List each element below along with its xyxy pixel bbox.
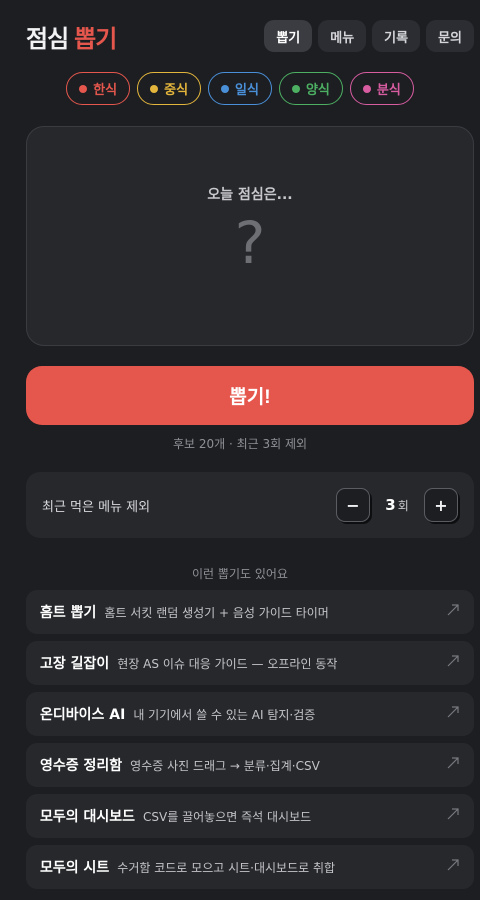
category-chip-korean[interactable]: 한식 [66, 72, 131, 105]
category-filter: 한식 중식 일식 양식 분식 [0, 72, 480, 105]
related-item-desc: 현장 AS 이슈 대응 가이드 — 오프라인 동작 [117, 656, 338, 671]
category-dot-icon [79, 84, 88, 93]
related-item-desc: CSV를 끌어놓으면 즉석 대시보드 [143, 809, 312, 824]
tab-contact[interactable]: 문의 [426, 20, 474, 52]
app-header: 점심 뽑기 뽑기 메뉴 기록 문의 [26, 19, 474, 54]
candidate-info: 후보 20개 · 최근 3회 제외 [172, 437, 308, 451]
related-item-desc: 내 기기에서 쓸 수 있는 AI 탐지·검증 [133, 707, 316, 722]
increment-button[interactable]: + [424, 488, 458, 522]
logo-text-accent: 뽑기 [74, 24, 117, 53]
related-item-desc: 수거함 코드로 모으고 시트·대시보드로 취합 [117, 860, 336, 875]
category-chip-western[interactable]: 양식 [278, 72, 343, 105]
category-chip-label: 양식 [305, 83, 330, 98]
related-section-title: 이런 뽑기도 있어요 [192, 567, 288, 581]
exclude-count-unit: 회 [397, 499, 409, 513]
main-nav: 뽑기 메뉴 기록 문의 [264, 20, 474, 52]
exclude-recent-setting: 최근 먹은 메뉴 제외 − 3회 + [26, 472, 474, 538]
related-item-name: 홈트 뽑기 [40, 605, 97, 621]
related-apps-list: 홈트 뽑기 홈트 서킷 랜덤 생성기 + 음성 가이드 타이머 고장 길잡이 현… [26, 590, 474, 896]
exclude-count: 3회 [370, 496, 424, 514]
category-chip-chinese[interactable]: 중식 [137, 72, 202, 105]
external-link-icon [447, 757, 459, 769]
category-dot-icon [150, 84, 159, 93]
draw-button[interactable]: 뽑기! [26, 366, 474, 425]
related-item-sheet[interactable]: 모두의 시트 수거함 코드로 모으고 시트·대시보드로 취합 [26, 845, 474, 889]
external-link-icon [447, 655, 459, 667]
related-item-name: 고장 길잡이 [40, 656, 110, 672]
category-chip-snack[interactable]: 분식 [349, 72, 414, 105]
related-item-receipt-organizer[interactable]: 영수증 정리함 영수증 사진 드래그 → 분류·집계·CSV [26, 743, 474, 787]
related-item-name: 영수증 정리함 [40, 758, 123, 774]
related-item-desc: 홈트 서킷 랜덤 생성기 + 음성 가이드 타이머 [104, 605, 329, 620]
decrement-button[interactable]: − [336, 488, 370, 522]
related-item-home-workout[interactable]: 홈트 뽑기 홈트 서킷 랜덤 생성기 + 음성 가이드 타이머 [26, 590, 474, 634]
category-dot-icon [291, 84, 300, 93]
related-item-dashboard[interactable]: 모두의 대시보드 CSV를 끌어놓으면 즉석 대시보드 [26, 794, 474, 838]
category-dot-icon [221, 84, 230, 93]
category-chip-japanese[interactable]: 일식 [208, 72, 272, 105]
category-chip-label: 중식 [164, 83, 189, 98]
related-item-name: 모두의 시트 [40, 860, 110, 876]
tab-menu[interactable]: 메뉴 [318, 20, 367, 52]
result-label: 오늘 점심은... [207, 187, 293, 203]
app-logo[interactable]: 점심 뽑기 [26, 19, 117, 54]
exclude-label: 최근 먹은 메뉴 제외 [42, 499, 151, 515]
category-chip-label: 한식 [93, 83, 118, 98]
category-dot-icon [362, 84, 371, 93]
exclude-count-value: 3 [385, 496, 396, 514]
related-item-name: 온디바이스 AI [40, 707, 126, 723]
category-chip-label: 분식 [376, 83, 401, 98]
tab-draw[interactable]: 뽑기 [264, 20, 313, 52]
related-item-on-device-ai[interactable]: 온디바이스 AI 내 기기에서 쓸 수 있는 AI 탐지·검증 [26, 692, 474, 736]
related-item-repair-guide[interactable]: 고장 길잡이 현장 AS 이슈 대응 가이드 — 오프라인 동작 [26, 641, 474, 685]
category-chip-label: 일식 [235, 83, 259, 98]
external-link-icon [447, 859, 459, 871]
exclude-stepper: − 3회 + [336, 488, 458, 522]
result-card: 오늘 점심은... ? [26, 126, 474, 346]
external-link-icon [447, 808, 459, 820]
related-item-name: 모두의 대시보드 [40, 809, 136, 825]
tab-history[interactable]: 기록 [372, 20, 421, 52]
external-link-icon [447, 706, 459, 718]
logo-text-primary: 점심 [26, 24, 69, 53]
external-link-icon [447, 604, 459, 616]
result-value: ? [234, 209, 266, 277]
related-item-desc: 영수증 사진 드래그 → 분류·집계·CSV [130, 758, 320, 773]
